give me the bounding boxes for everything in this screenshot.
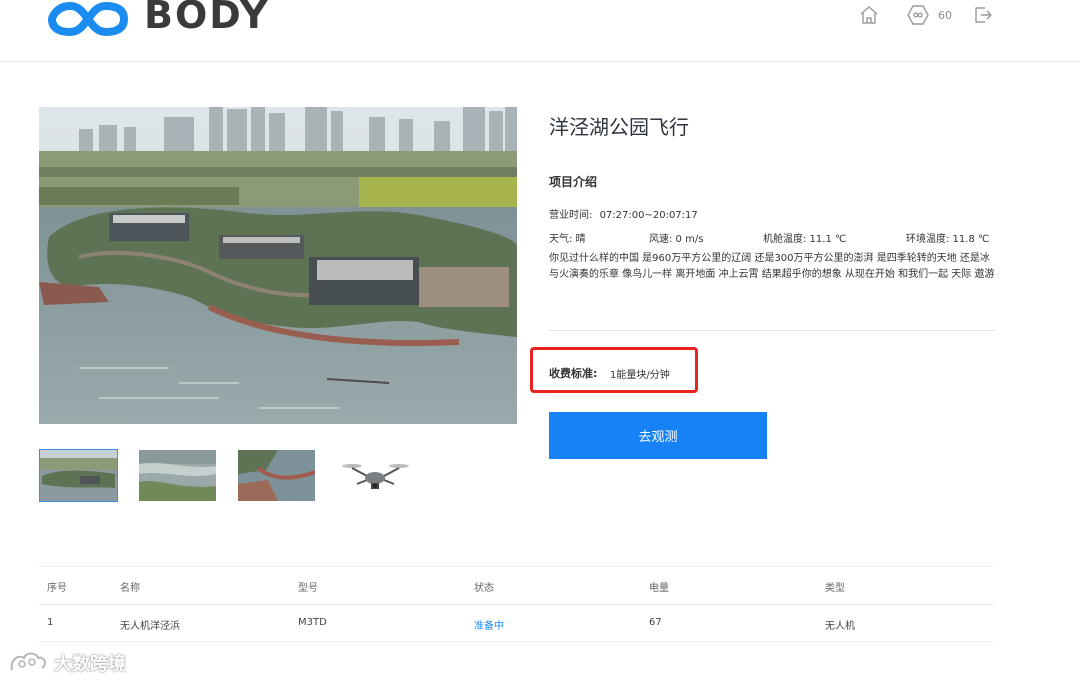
thumbnail-3[interactable] <box>237 449 316 502</box>
device-table: 序号 名称 型号 状态 电量 类型 1 无人机洋泾浜 M3TD 准备中 67 无… <box>39 566 994 642</box>
cell-index: 1 <box>47 617 54 628</box>
thumbnail-1[interactable] <box>39 449 118 502</box>
col-header-type: 类型 <box>825 583 845 594</box>
hours-label: 营业时间: <box>549 210 593 221</box>
table-header: 序号 名称 型号 状态 电量 类型 <box>39 566 994 604</box>
watermark: 大数跨境 <box>8 650 126 676</box>
aerial-park-image <box>39 107 517 424</box>
energy-balance[interactable]: 60 <box>906 4 952 26</box>
business-hours: 营业时间: 07:27:00~20:07:17 <box>549 206 698 221</box>
weather: 天气: 晴 <box>549 234 586 245</box>
environment-temperature: 环境温度: 11.8 ℃ <box>906 234 990 245</box>
header-actions: 60 <box>858 4 994 26</box>
thumbnail-strip <box>39 449 435 502</box>
thumbnail-boardwalk <box>238 450 315 501</box>
hours-value: 07:27:00~20:07:17 <box>599 210 698 221</box>
logout-icon[interactable] <box>972 4 994 26</box>
logo[interactable]: BODY <box>48 0 270 38</box>
logo-text: BODY <box>144 0 270 37</box>
cell-name: 无人机洋泾浜 <box>120 621 180 632</box>
fee-value: 1能量块/分钟 <box>610 370 670 381</box>
home-icon[interactable] <box>858 4 880 26</box>
cabin-temperature: 机舱温度: 11.1 ℃ <box>763 234 847 245</box>
col-header-battery: 电量 <box>649 583 669 594</box>
project-title: 洋泾湖公园飞行 <box>549 115 689 139</box>
drone-icon <box>337 450 414 501</box>
watermark-text: 大数跨境 <box>54 654 126 675</box>
main-photo <box>39 107 517 424</box>
go-observe-button[interactable]: 去观测 <box>549 412 767 459</box>
thumbnail-2[interactable] <box>138 449 217 502</box>
divider <box>549 330 995 331</box>
wind-speed: 风速: 0 m/s <box>649 234 704 245</box>
table-row[interactable]: 1 无人机洋泾浜 M3TD 准备中 67 无人机 <box>39 604 994 642</box>
top-header: BODY 60 <box>0 0 1080 62</box>
section-title: 项目介绍 <box>549 175 598 189</box>
col-header-index: 序号 <box>47 583 67 594</box>
thumbnail-aerial-park <box>40 450 117 501</box>
cell-model: M3TD <box>298 617 327 628</box>
col-header-name: 名称 <box>120 583 140 594</box>
thumbnail-4[interactable] <box>336 449 415 502</box>
weather-row: 天气: 晴 风速: 0 m/s 机舱温度: 11.1 ℃ 环境温度: 11.8 … <box>549 230 995 245</box>
energy-count: 60 <box>938 8 952 22</box>
infinity-logo-icon <box>48 2 128 36</box>
cell-type: 无人机 <box>825 621 855 632</box>
cell-battery: 67 <box>649 617 662 628</box>
watermark-logo-icon <box>10 652 46 671</box>
col-header-model: 型号 <box>298 583 318 594</box>
energy-icon <box>907 5 929 25</box>
project-description: 你见过什么样的中国 是960万平方公里的辽阔 还是300万平方公里的澎湃 是四季… <box>549 253 995 280</box>
fee-label: 收费标准: <box>549 367 598 380</box>
col-header-status: 状态 <box>474 583 494 594</box>
thumbnail-river <box>139 450 216 501</box>
cell-status[interactable]: 准备中 <box>474 617 504 632</box>
